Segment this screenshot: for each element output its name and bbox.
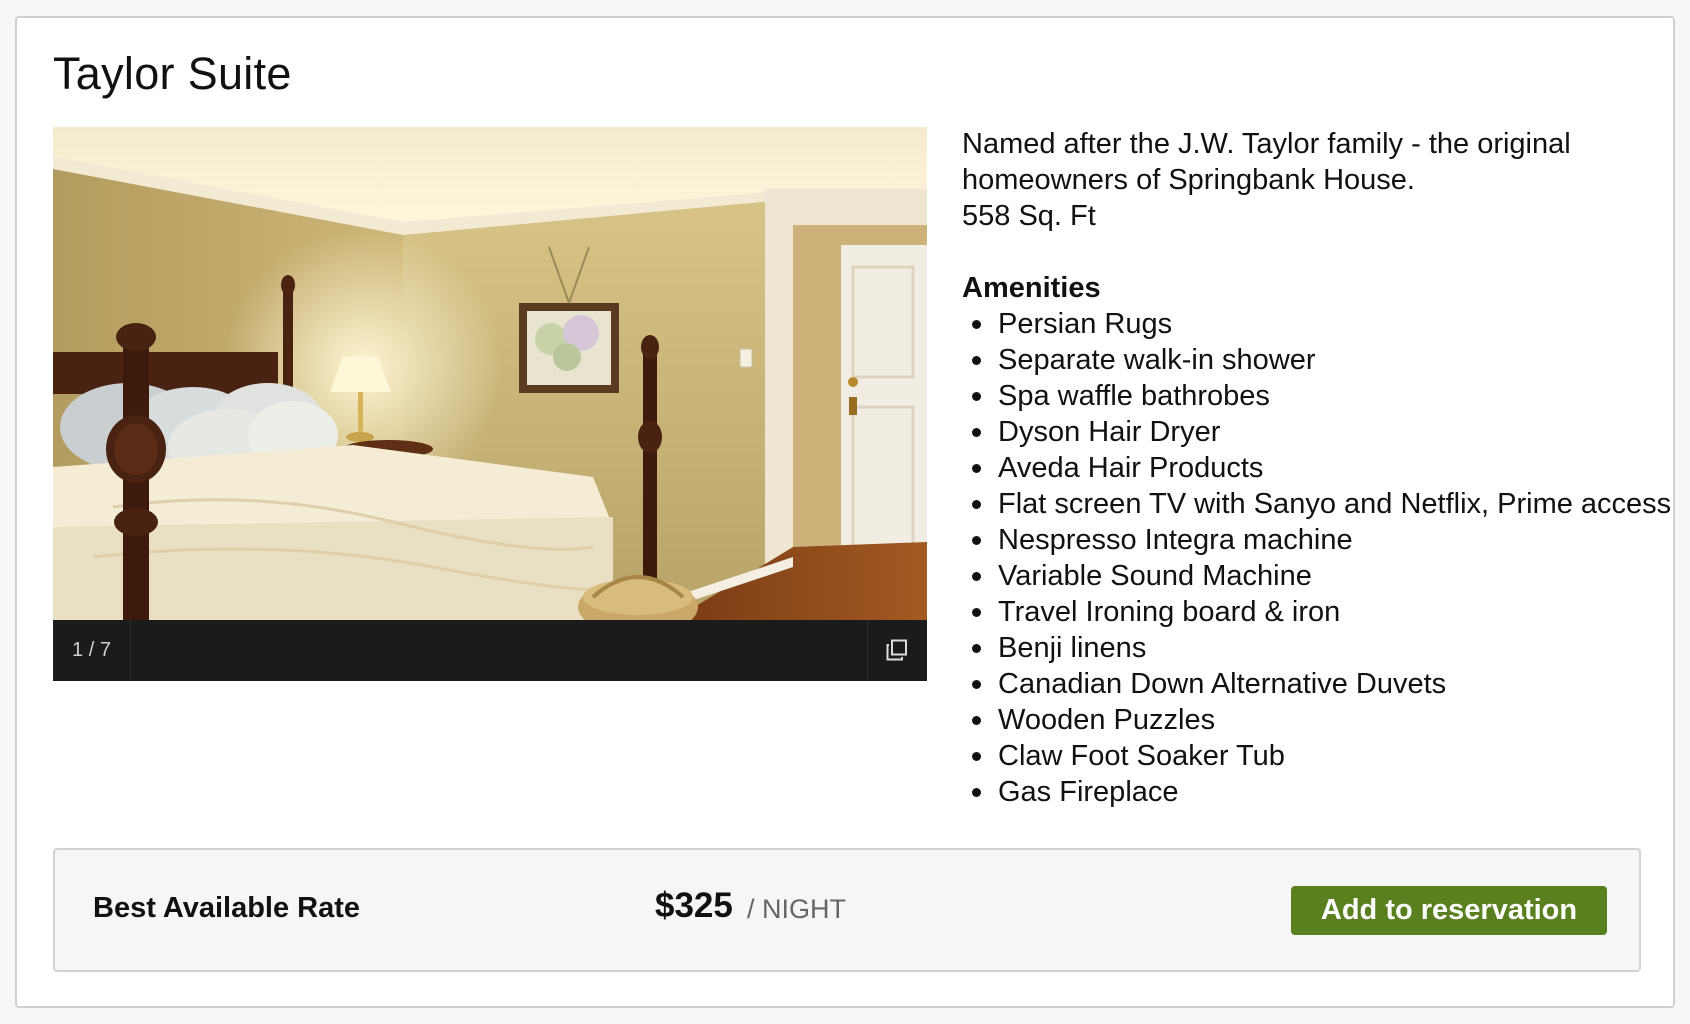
expand-button[interactable] (867, 620, 927, 681)
gallery-counter: 1 / 7 (53, 620, 131, 681)
amenities-heading: Amenities (962, 272, 1101, 304)
amenity-item: Benji linens (962, 630, 1652, 666)
gallery-controls: 1 / 7 (53, 620, 927, 681)
rate-panel: Best Available Rate $325 / NIGHT Add to … (53, 848, 1641, 972)
amenity-item: Nespresso Integra machine (962, 522, 1652, 558)
room-description-line-1: Named after the J.W. Taylor family - the… (962, 128, 1571, 160)
amenity-item: Wooden Puzzles (962, 702, 1652, 738)
room-title: Taylor Suite (53, 48, 292, 99)
rate-unit: / NIGHT (747, 894, 846, 924)
rate-price: $325 (655, 886, 733, 925)
photo-gallery[interactable]: 1 / 7 (53, 127, 927, 681)
room-details: Named after the J.W. Taylor family - the… (962, 126, 1671, 810)
room-photo[interactable] (53, 127, 927, 620)
amenity-item: Separate walk-in shower (962, 342, 1652, 378)
amenity-item: Aveda Hair Products (962, 450, 1652, 486)
expand-icon (886, 639, 907, 661)
room-card: Taylor Suite 1 / 7 Named after the J.W. … (15, 16, 1675, 1008)
amenity-item: Claw Foot Soaker Tub (962, 738, 1652, 774)
room-size: 558 Sq. Ft (962, 200, 1096, 232)
amenity-item: Gas Fireplace (962, 774, 1652, 810)
amenity-item: Flat screen TV with Sanyo and Netflix, P… (962, 486, 1671, 522)
amenity-item: Dyson Hair Dryer (962, 414, 1652, 450)
amenity-item: Canadian Down Alternative Duvets (962, 666, 1652, 702)
amenity-item: Persian Rugs (962, 306, 1652, 342)
add-to-reservation-button[interactable]: Add to reservation (1291, 886, 1607, 935)
amenity-item: Spa waffle bathrobes (962, 378, 1652, 414)
room-description-line-2: homeowners of Springbank House. (962, 164, 1415, 196)
amenity-item: Variable Sound Machine (962, 558, 1652, 594)
rate-name: Best Available Rate (93, 892, 361, 924)
amenities-list: Persian Rugs Separate walk-in shower Spa… (962, 306, 1671, 810)
amenity-item: Travel Ironing board & iron (962, 594, 1652, 630)
